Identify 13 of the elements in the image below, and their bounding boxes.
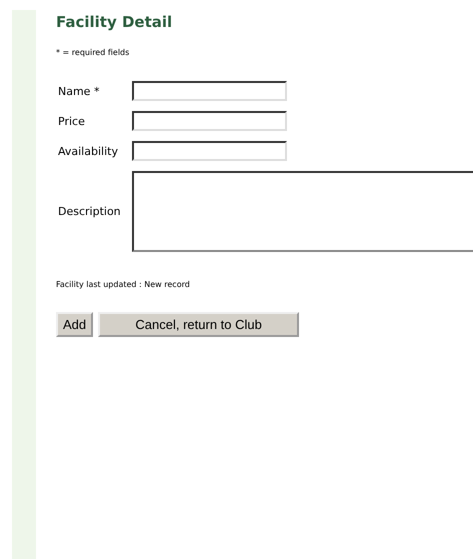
cancel-button[interactable]: Cancel, return to Club [98,312,300,337]
page-title: Facility Detail [56,13,174,31]
field-label: Availability [57,144,119,158]
input-field[interactable] [132,81,287,101]
add-button[interactable]: Add [56,312,94,337]
description-field[interactable] [132,171,473,252]
status-text: Facility last updated : New record [56,280,191,289]
input-field[interactable] [132,111,287,131]
field-label: Name * [57,84,100,98]
required-note: * = required fields [56,48,130,57]
field-label: Description [57,205,122,218]
input-field[interactable] [132,141,287,161]
field-label: Price [57,114,86,128]
